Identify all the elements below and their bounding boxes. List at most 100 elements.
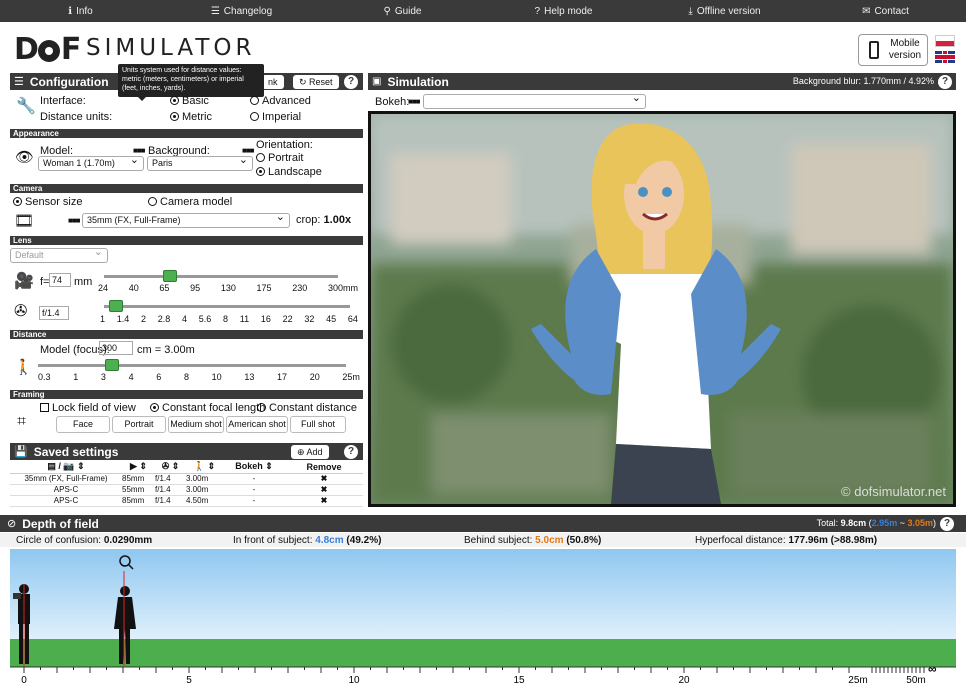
help-icon[interactable]: ? <box>940 516 954 531</box>
lock-fov-checkbox[interactable]: Lock field of view <box>40 402 136 414</box>
focal-input[interactable]: 74 <box>49 273 71 287</box>
frame-american-shot-button[interactable]: American shot <box>226 416 288 433</box>
grid-icon[interactable]: ■■■ <box>68 216 80 225</box>
nav-contact[interactable]: ✉ Contact <box>805 6 966 17</box>
sensor-column-icon[interactable]: ▤ / 📷 ⇕ <box>10 461 122 474</box>
distance-slider-thumb[interactable] <box>104 359 119 371</box>
frame-full-shot-button[interactable]: Full shot <box>290 416 346 433</box>
background-select[interactable]: Paris <box>147 154 253 171</box>
table-cell: f/1.4 <box>155 495 186 507</box>
bulb-icon: ⚲ <box>383 5 391 17</box>
portrait-radio[interactable]: Portrait <box>256 152 303 164</box>
coc-value: 0.0290mm <box>103 535 153 546</box>
aperture-tick-label: 2.8 <box>157 314 171 324</box>
mobile-version-button[interactable]: Mobile version <box>858 34 928 66</box>
distance-slider-track[interactable] <box>38 364 346 367</box>
remove-icon[interactable]: ✖ <box>285 484 363 496</box>
distance-tick-label: 13 <box>244 372 255 382</box>
advanced-label: Advanced <box>262 95 311 107</box>
uk-flag-icon[interactable] <box>935 51 955 63</box>
focus-result: cm = 3.00m <box>137 344 195 356</box>
basic-radio[interactable]: Basic <box>170 95 209 107</box>
nav-help-mode[interactable]: ? Help mode <box>483 6 644 17</box>
table-cell: 85mm <box>122 473 155 485</box>
model-select[interactable]: Woman 1 (1.70m) <box>38 154 144 171</box>
help-icon[interactable]: ? <box>938 74 952 89</box>
focus-input[interactable]: 300 <box>99 341 133 355</box>
dof-logo[interactable]: DF <box>14 32 81 67</box>
remove-icon[interactable]: ✖ <box>285 473 363 485</box>
distance-column-icon[interactable]: 🚶 ⇕ <box>186 461 223 474</box>
focal-slider-track[interactable] <box>104 275 338 278</box>
phone-icon <box>869 41 879 59</box>
frame-medium-shot-button[interactable]: Medium shot <box>168 416 224 433</box>
lens-select[interactable]: Default <box>10 246 108 263</box>
table-cell: f/1.4 <box>155 484 186 496</box>
bokeh-column-header[interactable]: Bokeh ⇕ <box>223 461 285 474</box>
background-blur-readout: Background blur: 1.770mm / 4.92% <box>792 76 934 86</box>
aperture-input[interactable]: f/1.4 <box>39 306 69 320</box>
aperture-slider-track[interactable] <box>104 305 350 308</box>
table-row[interactable]: APS-C 85mm f/1.4 4.50m - ✖ <box>10 495 363 507</box>
aperture-icon: ✇ <box>14 303 28 320</box>
nav-changelog[interactable]: ☰ Changelog <box>161 6 322 17</box>
remove-column-header: Remove <box>285 461 363 474</box>
simulation-title: Simulation <box>387 74 449 89</box>
remove-icon[interactable]: ✖ <box>285 495 363 507</box>
bokeh-select[interactable] <box>423 92 646 109</box>
sensor-select[interactable]: 35mm (FX, Full-Frame) <box>82 211 290 228</box>
frame-face-button[interactable]: Face <box>56 416 110 433</box>
nav-offline[interactable]: ⤓ Offline version <box>644 6 805 17</box>
film-icon: 🎞 <box>14 213 35 230</box>
dof-title: Depth of field <box>22 516 99 531</box>
dof-diagram: 0 5 10 15 20 25m 50m ∞ <box>10 549 956 689</box>
camera-section-bar: Camera <box>10 184 363 193</box>
focal-slider-thumb[interactable] <box>162 270 177 282</box>
table-cell: 35mm (FX, Full-Frame) <box>10 473 122 485</box>
aperture-slider-thumb[interactable] <box>109 300 124 312</box>
bokeh-header-label: Bokeh <box>235 461 263 472</box>
imperial-radio[interactable]: Imperial <box>250 111 301 123</box>
units-label: Distance units: <box>40 111 113 123</box>
add-button[interactable]: ⊕ Add <box>291 444 329 459</box>
interface-label: Interface: <box>40 95 86 107</box>
saved-settings-title: Saved settings <box>33 444 119 459</box>
nav-info[interactable]: ℹ Info <box>0 6 161 17</box>
aperture-column-icon[interactable]: ✇ ⇕ <box>155 461 186 474</box>
focal-column-icon[interactable]: ▶ ⇕ <box>122 461 155 474</box>
simulation-header: ▣ Simulation Background blur: 1.770mm / … <box>368 73 956 90</box>
focal-tick-label: 230 <box>292 283 308 293</box>
table-row[interactable]: APS-C 55mm f/1.4 3.00m - ✖ <box>10 484 363 496</box>
nav-guide[interactable]: ⚲ Guide <box>322 6 483 17</box>
simulation-image: © dofsimulator.net <box>371 114 953 504</box>
distance-tick-label: 6 <box>156 372 162 382</box>
advanced-radio[interactable]: Advanced <box>250 95 311 107</box>
frame-portrait-button[interactable]: Portrait <box>112 416 166 433</box>
grid-icon[interactable]: ■■■ <box>408 97 420 106</box>
distance-tick-label: 1 <box>73 372 79 382</box>
const-distance-radio[interactable]: Constant distance <box>257 402 357 414</box>
distance-ticks: 0.3 1 3 4 6 8 10 13 17 20 25m <box>38 372 360 382</box>
table-row[interactable]: 35mm (FX, Full-Frame) 85mm f/1.4 3.00m - ✖ <box>10 473 363 485</box>
const-focal-radio[interactable]: Constant focal length <box>150 402 265 414</box>
distance-tick-label: 20 <box>309 372 320 382</box>
aperture-tick-label: 64 <box>347 314 358 324</box>
polish-flag-icon[interactable] <box>935 35 955 47</box>
aperture-tick-label: 5.6 <box>198 314 212 324</box>
metric-radio[interactable]: Metric <box>170 111 212 123</box>
reset-button[interactable]: ↻ Reset <box>293 74 339 89</box>
orientation-label: Orientation: <box>256 139 313 151</box>
sliders-icon: ☰ <box>14 76 24 88</box>
sensor-size-radio[interactable]: Sensor size <box>13 196 82 208</box>
link-button[interactable]: nk <box>262 74 284 89</box>
save-icon: 💾 <box>14 446 28 458</box>
camera-model-radio[interactable]: Camera model <box>148 196 232 208</box>
person-icon: 🚶 <box>14 359 33 376</box>
help-icon[interactable]: ? <box>344 444 358 459</box>
distance-tick-label: 17 <box>277 372 288 382</box>
aperture-tick-label: 32 <box>304 314 315 324</box>
landscape-radio[interactable]: Landscape <box>256 166 322 178</box>
help-icon[interactable]: ? <box>344 74 358 89</box>
watermark: © dofsimulator.net <box>841 484 946 499</box>
lock-fov-label: Lock field of view <box>52 402 136 414</box>
